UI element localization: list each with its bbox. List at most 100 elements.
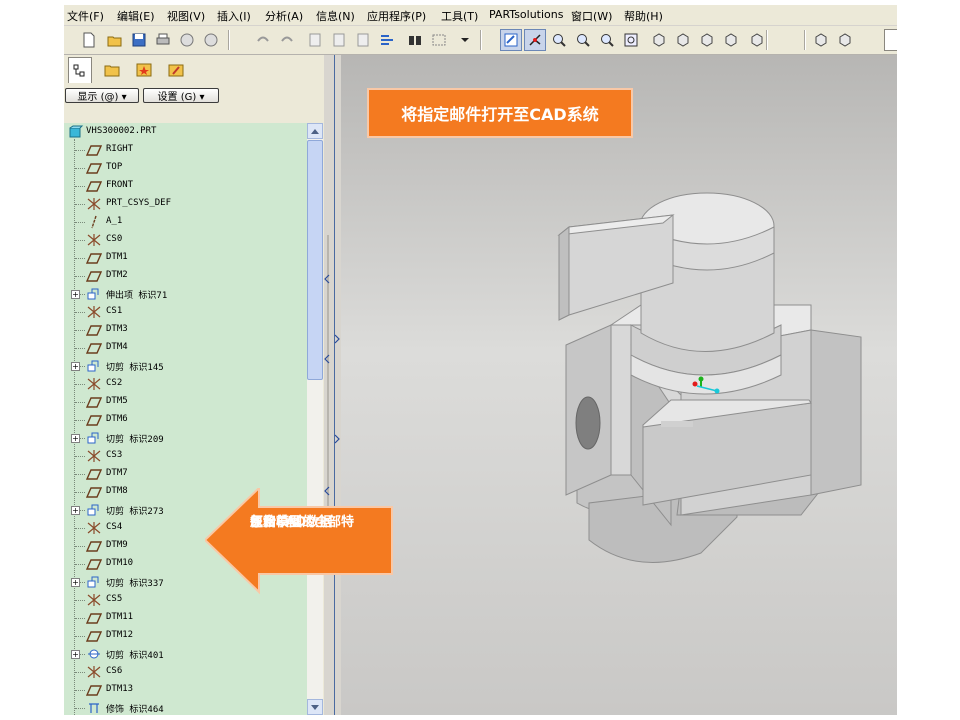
- paste-special-button[interactable]: [352, 29, 374, 51]
- tree-node[interactable]: + 切剪 标识401: [64, 645, 307, 663]
- select-dropdown-button[interactable]: [454, 29, 476, 51]
- tree-node[interactable]: DTM13: [64, 681, 307, 699]
- redo-button[interactable]: [276, 29, 298, 51]
- tree-node[interactable]: PRT_CSYS_DEF: [64, 195, 307, 213]
- tree-node[interactable]: DTM7: [64, 465, 307, 483]
- view-manager-button[interactable]: [720, 29, 742, 51]
- tree-node[interactable]: CS6: [64, 663, 307, 681]
- tree-node[interactable]: DTM4: [64, 339, 307, 357]
- tree-node[interactable]: DTM5: [64, 393, 307, 411]
- tree-node[interactable]: DTM11: [64, 609, 307, 627]
- tree-node[interactable]: CS1: [64, 303, 307, 321]
- tree-node-label: PRT_CSYS_DEF: [106, 198, 172, 208]
- menu-partsolutions[interactable]: PARTsolutions: [489, 8, 564, 21]
- model-tree-tab[interactable]: [68, 57, 92, 83]
- tree-node[interactable]: + 切剪 标识209: [64, 429, 307, 447]
- zoom-in-button[interactable]: [572, 29, 594, 51]
- cosmetic-icon: [89, 703, 99, 713]
- paste-button[interactable]: [328, 29, 350, 51]
- no-hidden-button[interactable]: [834, 29, 856, 51]
- expand-toggle[interactable]: +: [71, 506, 80, 515]
- scroll-thumb[interactable]: [307, 140, 323, 380]
- save-button[interactable]: [128, 29, 150, 51]
- layers-button[interactable]: [696, 29, 718, 51]
- expand-toggle[interactable]: +: [71, 434, 80, 443]
- menu-tools[interactable]: 工具(T): [441, 8, 478, 24]
- repaint-button[interactable]: [500, 29, 522, 51]
- csys-icon: [87, 450, 101, 462]
- tree-node[interactable]: FRONT: [64, 177, 307, 195]
- tree-node[interactable]: DTM12: [64, 627, 307, 645]
- email-attach-button[interactable]: [200, 29, 222, 51]
- panel-sash[interactable]: [324, 55, 341, 715]
- refit-button[interactable]: [620, 29, 642, 51]
- tree-vertical-scrollbar[interactable]: [307, 123, 323, 715]
- saved-views-button[interactable]: [672, 29, 694, 51]
- settings-dropdown[interactable]: 设置 (G) ▾: [143, 88, 219, 103]
- tree-node[interactable]: 修饰 标识464: [64, 699, 307, 715]
- connections-tab[interactable]: [164, 57, 188, 83]
- valve-part-model[interactable]: [341, 55, 897, 715]
- undo-button[interactable]: [252, 29, 274, 51]
- arrow-callout: [205, 488, 393, 595]
- expand-toggle[interactable]: +: [71, 578, 80, 587]
- zoom-out-button[interactable]: [596, 29, 618, 51]
- tree-node[interactable]: DTM1: [64, 249, 307, 267]
- menu-help[interactable]: 帮助(H): [624, 8, 663, 24]
- folder-browser-tab[interactable]: [100, 57, 124, 83]
- graphics-viewport[interactable]: [341, 55, 897, 715]
- hidden-line-button[interactable]: [810, 29, 832, 51]
- reorient-button[interactable]: [648, 29, 670, 51]
- saved-views-icon: [677, 33, 689, 47]
- tree-node[interactable]: + 伸出项 标识71: [64, 285, 307, 303]
- new-button[interactable]: [78, 29, 100, 51]
- menu-edit[interactable]: 编辑(E): [117, 8, 155, 24]
- tree-node[interactable]: A_1: [64, 213, 307, 231]
- menu-window[interactable]: 窗口(W): [571, 8, 612, 24]
- tree-branch-line: [75, 528, 85, 529]
- open-button[interactable]: [104, 29, 126, 51]
- select-box-button[interactable]: [428, 29, 450, 51]
- hidden-line-icon: [815, 33, 827, 47]
- tree-branch-line: [75, 186, 85, 187]
- cut-icon: [87, 360, 99, 372]
- toolbar-separator: [804, 30, 806, 50]
- menu-view[interactable]: 视图(V): [167, 8, 205, 24]
- tree-node[interactable]: RIGHT: [64, 141, 307, 159]
- menu-info[interactable]: 信息(N): [316, 8, 355, 24]
- tree-node[interactable]: DTM6: [64, 411, 307, 429]
- tree-branch-line: [75, 384, 85, 385]
- email-button[interactable]: [176, 29, 198, 51]
- menu-analysis[interactable]: 分析(A): [265, 8, 303, 24]
- print-button[interactable]: [152, 29, 174, 51]
- orient-button[interactable]: [548, 29, 570, 51]
- tree-node[interactable]: CS2: [64, 375, 307, 393]
- shading-button[interactable]: [746, 29, 768, 51]
- expand-toggle[interactable]: +: [71, 290, 80, 299]
- tree-node[interactable]: DTM2: [64, 267, 307, 285]
- regenerate-button[interactable]: [376, 29, 398, 51]
- show-dropdown[interactable]: 显示 (@) ▾: [65, 88, 139, 103]
- tree-branch-line: [75, 402, 85, 403]
- find-button[interactable]: [404, 29, 426, 51]
- scroll-down-button[interactable]: [307, 699, 323, 715]
- email-icon: [180, 33, 194, 47]
- copy-button[interactable]: [304, 29, 326, 51]
- spin-center-button[interactable]: [524, 29, 546, 51]
- tree-node[interactable]: DTM3: [64, 321, 307, 339]
- expand-toggle[interactable]: +: [71, 650, 80, 659]
- menu-file[interactable]: 文件(F): [67, 8, 104, 24]
- tree-node[interactable]: + 切剪 标识145: [64, 357, 307, 375]
- tree-node-label: DTM11: [106, 612, 134, 622]
- view-cut-button[interactable]: [884, 29, 897, 51]
- menu-applications[interactable]: 应用程序(P): [367, 8, 426, 24]
- toolbar-separator: [228, 30, 230, 50]
- favorites-tab[interactable]: [132, 57, 156, 83]
- tree-node[interactable]: TOP: [64, 159, 307, 177]
- tree-node[interactable]: VHS300002.PRT: [64, 123, 307, 141]
- tree-node[interactable]: CS0: [64, 231, 307, 249]
- tree-node[interactable]: CS3: [64, 447, 307, 465]
- menu-insert[interactable]: 插入(I): [217, 8, 251, 24]
- expand-toggle[interactable]: +: [71, 362, 80, 371]
- scroll-up-button[interactable]: [307, 123, 323, 139]
